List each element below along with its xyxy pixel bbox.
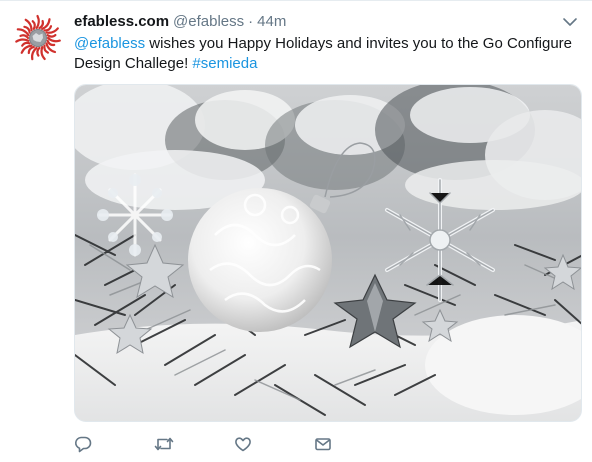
chevron-down-icon <box>563 18 577 26</box>
retweet-icon <box>154 437 174 451</box>
reply-button[interactable] <box>74 433 154 455</box>
mention-link[interactable]: @efabless <box>74 35 145 52</box>
retweet-button[interactable] <box>154 433 234 455</box>
tweet-header: efabless.com @efabless · 44m <box>74 12 286 32</box>
tweet-text: @efabless wishes you Happy Holidays and … <box>74 34 574 74</box>
tweet-actions <box>74 433 394 455</box>
user-handle[interactable]: @efabless <box>173 12 244 32</box>
direct-message-button[interactable] <box>314 433 394 455</box>
display-name[interactable]: efabless.com <box>74 12 169 32</box>
tweet-card[interactable]: efabless.com @efabless · 44m @efabless w… <box>0 0 592 462</box>
timestamp[interactable]: 44m <box>257 12 286 32</box>
avatar[interactable] <box>14 14 62 62</box>
hashtag-link[interactable]: #semieda <box>192 55 257 72</box>
reply-icon <box>75 436 92 453</box>
efabless-logo-icon <box>14 14 62 62</box>
like-button[interactable] <box>234 433 314 455</box>
heart-icon <box>235 437 251 452</box>
tweet-media-image[interactable] <box>74 84 582 422</box>
envelope-icon <box>315 438 331 451</box>
tweet-menu-button[interactable] <box>562 15 578 29</box>
holiday-photo <box>75 85 581 421</box>
tweet-body: wishes you Happy Holidays and invites yo… <box>74 35 573 72</box>
separator-dot: · <box>248 13 254 30</box>
